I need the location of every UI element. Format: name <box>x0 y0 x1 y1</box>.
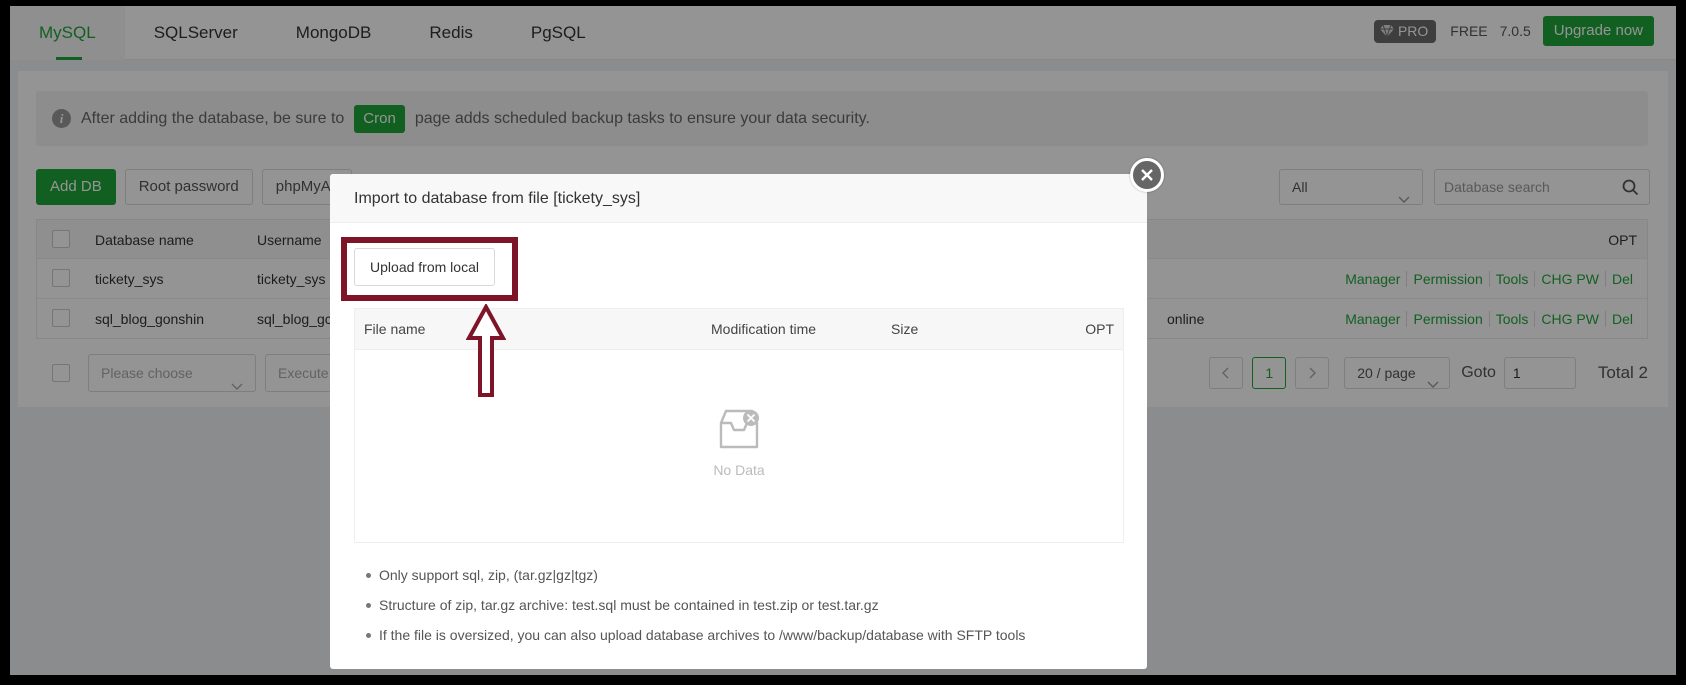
upload-from-local-button[interactable]: Upload from local <box>354 248 495 286</box>
header-opt: OPT <box>1085 321 1114 337</box>
note-item: Only support sql, zip, (tar.gz|gz|tgz) <box>366 560 1025 590</box>
modal-title: Import to database from file [tickety_sy… <box>330 174 1147 223</box>
no-data-text: No Data <box>713 462 765 478</box>
import-notes: Only support sql, zip, (tar.gz|gz|tgz) S… <box>366 560 1025 650</box>
header-size: Size <box>891 321 919 337</box>
header-modification-time: Modification time <box>711 321 817 337</box>
up-arrow-annotation <box>466 304 506 397</box>
app-frame: MySQL SQLServer MongoDB Redis PgSQL PRO … <box>10 6 1676 675</box>
empty-inbox-icon <box>717 409 761 454</box>
close-icon <box>1141 169 1153 181</box>
empty-state: No Data <box>355 409 1123 478</box>
note-item: Structure of zip, tar.gz archive: test.s… <box>366 590 1025 620</box>
note-item: If the file is oversized, you can also u… <box>366 620 1025 650</box>
import-modal: Import to database from file [tickety_sy… <box>330 158 1164 669</box>
close-modal-button[interactable] <box>1130 158 1164 192</box>
header-file-name: File name <box>364 321 426 337</box>
